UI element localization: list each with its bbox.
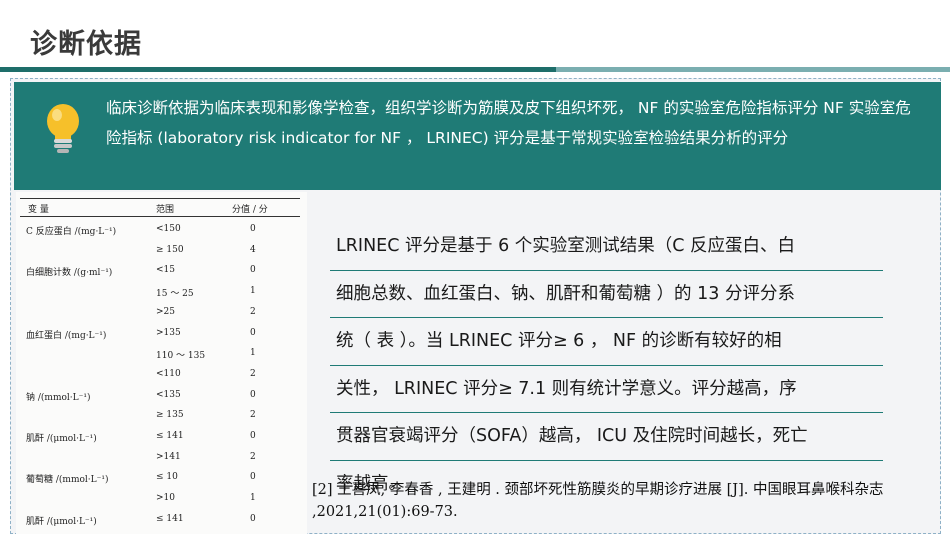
description-block: LRINEC 评分是基于 6 个实验室测试结果（C 反应蛋白、白 细胞总数、血红… <box>330 223 883 508</box>
table-cell-range: ≤ 10 <box>156 472 178 483</box>
description-line: 关性， LRINEC 评分≥ 7.1 则有统计学意义。评分越高，序 <box>330 366 883 413</box>
table-cell-variable: 白细胞计数 /(g·ml⁻¹) <box>26 268 113 279</box>
header-bar-dark <box>0 67 556 72</box>
table-cell-score: 2 <box>250 451 256 462</box>
table-cell-score: 2 <box>250 410 256 421</box>
table-cell-range: >135 <box>156 327 181 338</box>
table-cell-range: <150 <box>156 224 181 234</box>
table-header-variable: 变 量 <box>28 205 49 215</box>
table-cell-range: ≥ 150 <box>156 244 184 255</box>
table-cell-range: <15 <box>156 265 175 276</box>
description-line: 贯器官衰竭评分（SOFA）越高， ICU 及住院时间越长，死亡 <box>330 413 883 461</box>
description-line: 统（ 表 ）。当 LRINEC 评分≥ 6 ， NF 的诊断有较好的相 <box>330 318 883 366</box>
table-cell-score: 0 <box>250 224 256 234</box>
table-cell-range: <110 <box>156 368 181 379</box>
page-title: 诊断依据 <box>30 29 142 60</box>
table-cell-score: 1 <box>250 348 256 359</box>
description-line: LRINEC 评分是基于 6 个实验室测试结果（C 反应蛋白、白 <box>330 223 883 271</box>
table-cell-score: 1 <box>250 286 256 297</box>
table-cell-score: 0 <box>250 472 256 483</box>
table-cell-score: 2 <box>250 368 256 379</box>
table-cell-range: 110 ～ 135 <box>156 351 206 362</box>
table-cell-score: 0 <box>250 265 256 276</box>
table-cell-score: 0 <box>250 389 256 400</box>
lrinec-score-table: 变 量 范围 分值 / 分 C 反应蛋白 /(mg·L⁻¹) <150 0 ≥ 150… <box>16 192 307 534</box>
table-cell-range: <135 <box>156 389 181 400</box>
table-cell-range: >25 <box>156 306 175 317</box>
table-cell-variable: 钠 /(mmol·L⁻¹) <box>26 392 91 403</box>
table-cell-score: 4 <box>250 244 256 255</box>
table-header-score: 分值 / 分 <box>232 205 268 215</box>
header-bar-light <box>556 67 950 72</box>
table-header-rule <box>20 216 300 217</box>
table-cell-range: >10 <box>156 493 175 504</box>
table-cell-score: 0 <box>250 327 256 338</box>
reference-citation: [2] 王喜凤, 李春香 , 王建明 . 颈部坏死性筋膜炎的早期诊疗进展 [J]… <box>312 482 884 520</box>
table-cell-score: 0 <box>250 513 256 524</box>
table-cell-score: 0 <box>250 431 256 441</box>
table-cell-score: 1 <box>250 493 256 504</box>
table-top-rule <box>20 198 300 199</box>
table-cell-range: ≤ 141 <box>156 513 184 524</box>
table-cell-range: 15 ～ 25 <box>156 289 194 300</box>
table-cell-variable: C 反应蛋白 /(mg·L⁻¹) <box>26 227 117 237</box>
table-cell-variable: 肌酐 /(μmol·L⁻¹) <box>26 434 97 444</box>
table-cell-range: >141 <box>156 451 181 462</box>
table-cell-range: ≥ 135 <box>156 410 184 421</box>
banner-text: 临床诊断依据为临床表现和影像学检查，组织学诊断为筋膜及皮下组织坏死， NF 的实… <box>106 99 911 147</box>
description-line: 细胞总数、血红蛋白、钠、肌酐和葡萄糖 ）的 13 分评分系 <box>330 271 883 318</box>
table-cell-variable: 血红蛋白 /(mg·L⁻¹) <box>26 330 107 341</box>
table-header-range: 范围 <box>156 205 175 215</box>
lightbulb-icon <box>40 100 86 160</box>
table-cell-variable: 葡萄糖 /(mmol·L⁻¹) <box>26 475 109 486</box>
table-cell-score: 2 <box>250 306 256 317</box>
table-cell-variable: 肌酐 /(μmol·L⁻¹) <box>26 516 97 527</box>
table-cell-range: ≤ 141 <box>156 431 184 441</box>
